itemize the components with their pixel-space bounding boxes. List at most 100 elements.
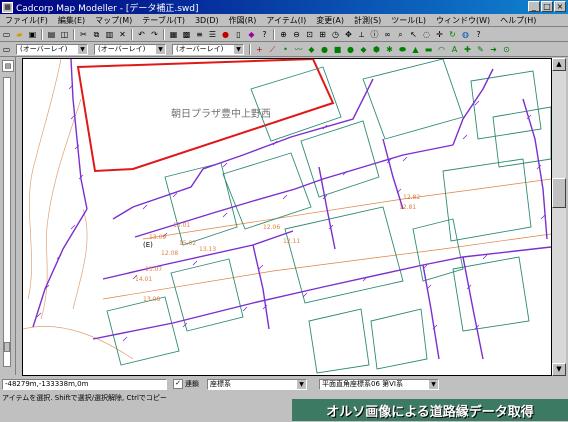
cut-icon[interactable]: ✂ xyxy=(78,29,89,40)
chevron-down-icon[interactable]: ▼ xyxy=(78,44,87,54)
overlay-select-2[interactable]: (オーバーレイ) ▼ xyxy=(94,43,166,55)
context-help-icon[interactable]: ? xyxy=(473,29,484,40)
chevron-down-icon[interactable]: ▼ xyxy=(297,379,306,389)
bookmark-icon[interactable]: ◆ xyxy=(246,29,257,40)
document-icon[interactable]: ▯ xyxy=(233,29,244,40)
table-icon[interactable]: ▦ xyxy=(168,29,179,40)
binoculars-icon[interactable]: ∞ xyxy=(382,29,393,40)
refresh-icon[interactable]: ↻ xyxy=(447,29,458,40)
zoom-in-icon[interactable]: ⊕ xyxy=(278,29,289,40)
menu-draw[interactable]: 作図(R) xyxy=(224,15,262,26)
print-icon[interactable]: ▤ xyxy=(46,29,57,40)
arc-icon[interactable]: ◠ xyxy=(436,44,447,55)
delete-icon[interactable]: ✕ xyxy=(117,29,128,40)
overlay-select-1[interactable]: (オーバーレイ) ▼ xyxy=(16,43,88,55)
menu-item[interactable]: アイテム(I) xyxy=(261,15,311,26)
hexagon-icon[interactable]: ⬢ xyxy=(371,44,382,55)
help-pointer-icon[interactable]: ? xyxy=(259,29,270,40)
circle-icon[interactable]: ● xyxy=(319,44,330,55)
select-icon[interactable]: ↖ xyxy=(408,29,419,40)
find-icon[interactable]: ⌕ xyxy=(395,29,406,40)
minimize-button[interactable]: _ xyxy=(528,1,540,12)
layers-icon[interactable]: ≡ xyxy=(194,29,205,40)
circle-icon-2[interactable]: ● xyxy=(345,44,356,55)
separator xyxy=(163,28,165,40)
separator xyxy=(249,43,251,55)
menu-map[interactable]: マップ(M) xyxy=(90,15,137,26)
lasso-icon[interactable]: ◌ xyxy=(421,29,432,40)
separator xyxy=(273,28,275,40)
projection-select[interactable]: 平面直角座標系06 第VI系 ▼ xyxy=(319,378,439,390)
copy-icon[interactable]: ⧉ xyxy=(91,29,102,40)
diamond-icon-2[interactable]: ◆ xyxy=(358,44,369,55)
svg-text:12.11: 12.11 xyxy=(283,238,300,245)
menu-edit[interactable]: 編集(E) xyxy=(53,15,90,26)
scroll-thumb[interactable] xyxy=(552,178,566,208)
menu-table[interactable]: テーブル(T) xyxy=(137,15,190,26)
redo-icon[interactable]: ↷ xyxy=(149,29,160,40)
record-icon[interactable]: ● xyxy=(220,29,231,40)
overlay-select-3[interactable]: (オーバーレイ) ▼ xyxy=(172,43,244,55)
dot-icon[interactable]: • xyxy=(280,44,291,55)
vertical-scrollbar[interactable]: ▲ ▼ xyxy=(552,58,566,376)
menu-tools[interactable]: ツール(L) xyxy=(386,15,431,26)
rectangle-icon[interactable]: ▬ xyxy=(423,44,434,55)
square-icon[interactable]: ■ xyxy=(332,44,343,55)
map-canvas[interactable]: 15.01 13.09 15.02 12.08 13.13 13.07 14.0… xyxy=(22,58,552,376)
scroll-down-icon[interactable]: ▼ xyxy=(552,363,566,376)
node-icon[interactable]: ⊙ xyxy=(501,44,512,55)
menu-3d[interactable]: 3D(D) xyxy=(190,16,224,25)
print-preview-icon[interactable]: ◫ xyxy=(59,29,70,40)
star-icon[interactable]: ✱ xyxy=(384,44,395,55)
maximize-button[interactable]: □ xyxy=(541,1,553,12)
new-file-icon[interactable]: ▭ xyxy=(1,29,12,40)
overlay-icon[interactable]: ▭ xyxy=(1,44,12,55)
menu-file[interactable]: ファイル(F) xyxy=(0,15,53,26)
open-folder-icon[interactable]: ▰ xyxy=(14,29,25,40)
svg-text:15.02: 15.02 xyxy=(179,240,196,247)
chevron-down-icon[interactable]: ▼ xyxy=(429,379,438,389)
zoom-out-icon[interactable]: ⊖ xyxy=(291,29,302,40)
ellipse-icon[interactable]: ⬬ xyxy=(397,44,408,55)
sidebar-scrollbar[interactable] xyxy=(3,77,11,367)
pen-icon[interactable]: ✎ xyxy=(475,44,486,55)
overlay-toolbar: ▭ (オーバーレイ) ▼ (オーバーレイ) ▼ (オーバーレイ) ▼ + ⟋ •… xyxy=(0,42,568,57)
paste-icon[interactable]: ▥ xyxy=(104,29,115,40)
scroll-up-icon[interactable]: ▲ xyxy=(552,58,566,71)
app-icon[interactable]: ▦ xyxy=(2,1,13,13)
menu-help[interactable]: ヘルプ(H) xyxy=(495,15,541,26)
chevron-down-icon[interactable]: ▼ xyxy=(156,44,165,54)
menu-measure[interactable]: 計測(S) xyxy=(349,15,386,26)
snap-icon[interactable]: ✛ xyxy=(434,29,445,40)
menu-modify[interactable]: 変更(A) xyxy=(311,15,349,26)
menu-window[interactable]: ウィンドウ(W) xyxy=(431,15,495,26)
arrow-icon[interactable]: ➜ xyxy=(488,44,499,55)
cross-icon[interactable]: ✚ xyxy=(462,44,473,55)
line-icon[interactable]: ⟋ xyxy=(267,44,278,55)
coord-system-select[interactable]: 座標系 ▼ xyxy=(207,378,307,390)
add-point-icon[interactable]: + xyxy=(254,44,265,55)
snap-checkbox[interactable]: ✓ xyxy=(173,379,183,389)
text-icon[interactable]: A xyxy=(449,44,460,55)
zoom-previous-icon[interactable]: ◷ xyxy=(330,29,341,40)
road-edges[interactable] xyxy=(32,59,551,360)
triangle-icon[interactable]: ▲ xyxy=(410,44,421,55)
menu-bar: ファイル(F) 編集(E) マップ(M) テーブル(T) 3D(D) 作図(R)… xyxy=(0,14,568,27)
undo-icon[interactable]: ↶ xyxy=(136,29,147,40)
sidebar-scroll-thumb[interactable] xyxy=(4,342,10,352)
save-icon[interactable]: ▣ xyxy=(27,29,38,40)
polyline-icon[interactable]: 〰 xyxy=(293,44,304,55)
zoom-window-icon[interactable]: ⊡ xyxy=(304,29,315,40)
grid-icon[interactable]: ▩ xyxy=(181,29,192,40)
close-button[interactable]: × xyxy=(554,1,566,12)
contour-lines xyxy=(23,59,551,360)
chevron-down-icon[interactable]: ▼ xyxy=(234,44,243,54)
properties-icon[interactable]: ☰ xyxy=(207,29,218,40)
globe-icon[interactable]: ◍ xyxy=(460,29,471,40)
pan-icon[interactable]: ✥ xyxy=(343,29,354,40)
zoom-extent-icon[interactable]: ⊞ xyxy=(317,29,328,40)
info-icon[interactable]: ⓘ xyxy=(369,29,380,40)
diamond-icon[interactable]: ◆ xyxy=(306,44,317,55)
layer-control-icon[interactable]: ▤ xyxy=(2,60,14,72)
measure-icon[interactable]: ⟂ xyxy=(356,29,367,40)
